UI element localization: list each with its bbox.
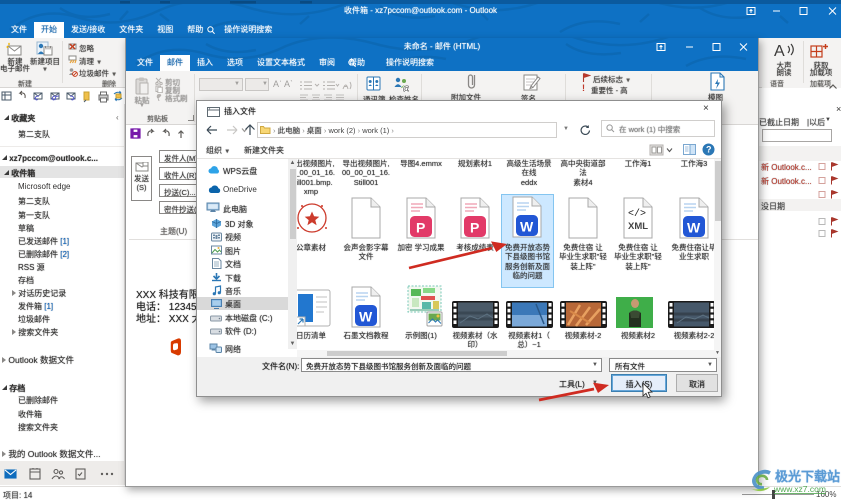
svg-text:极光下载站: 极光下载站 — [775, 469, 840, 484]
svg-text:www.xz7.com: www.xz7.com — [773, 484, 826, 494]
